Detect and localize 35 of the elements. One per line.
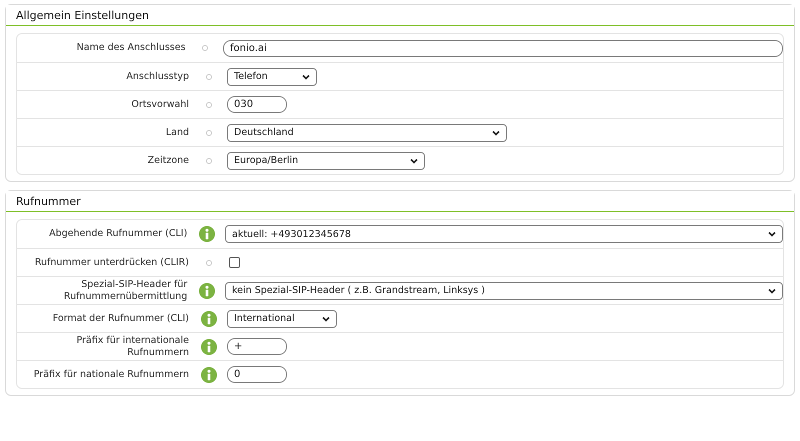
dropdown[interactable]: kein Spezial-SIP-Header ( z.B. Grandstream, Linksys )	[225, 282, 783, 300]
field-label: Format der Rufnummer (CLI)	[52, 312, 190, 324]
field-label: Ortsvorwahl	[130, 98, 190, 110]
text-field[interactable]: 030	[227, 96, 287, 113]
field-label: Spezial-SIP-Header für Rufnummernübermittlung	[62, 278, 188, 302]
field-label: Rufnummer unterdrücken (CLIR)	[34, 256, 190, 268]
chevron-down-icon	[492, 130, 500, 136]
text-field[interactable]: fonio.ai	[223, 40, 783, 56]
text-field[interactable]: 0	[227, 366, 287, 383]
chevron-down-icon	[410, 158, 418, 164]
dropdown[interactable]: Telefon	[227, 68, 317, 86]
field-label: Präfix für internationale Rufnummern	[75, 334, 190, 358]
info-icon[interactable]	[201, 338, 217, 354]
field-label: Anschlusstyp	[125, 70, 190, 82]
chevron-down-icon	[302, 74, 310, 80]
chevron-down-icon	[768, 288, 776, 294]
field-label: Land	[164, 126, 190, 138]
info-icon[interactable]	[199, 282, 216, 298]
text-field[interactable]: +	[227, 338, 287, 355]
field-label: Präfix für nationale Rufnummern	[32, 368, 190, 380]
section-title: Allgemein Einstellungen	[6, 5, 794, 26]
field-label: Name des Anschlusses	[76, 42, 187, 54]
chevron-down-icon	[768, 231, 776, 237]
section-title: Rufnummer	[6, 191, 794, 212]
dropdown[interactable]: Europa/Berlin	[227, 152, 425, 170]
dropdown[interactable]: International	[227, 310, 337, 328]
dropdown[interactable]: aktuell: +493012345678	[225, 225, 783, 243]
info-icon[interactable]	[199, 226, 216, 242]
info-icon[interactable]	[201, 310, 217, 326]
dropdown[interactable]: Deutschland	[227, 124, 507, 142]
field-label: Abgehende Rufnummer (CLI)	[48, 228, 188, 240]
info-icon[interactable]	[201, 366, 217, 382]
chevron-down-icon	[322, 316, 330, 322]
field-label: Zeitzone	[146, 154, 190, 166]
checkbox[interactable]	[229, 257, 240, 268]
